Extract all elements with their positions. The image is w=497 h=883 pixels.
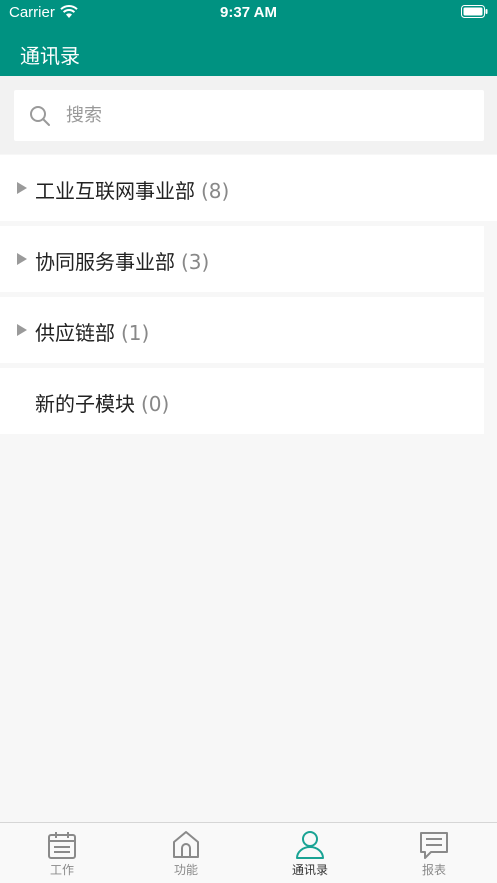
list-item[interactable]: 新的子模块 (0) <box>0 368 484 434</box>
tab-reports[interactable]: 报表 <box>372 823 496 883</box>
department-name: 新的子模块 (0) <box>35 392 170 416</box>
tab-label: 功能 <box>173 863 198 877</box>
list-item[interactable]: 协同服务事业部 (3) <box>0 226 484 292</box>
battery-icon <box>461 5 488 18</box>
member-count: (8) <box>201 179 230 203</box>
expand-arrow-icon[interactable] <box>17 253 27 265</box>
tab-bar: 工作 功能 通讯录 报表 <box>0 822 497 883</box>
status-time: 9:37 AM <box>220 4 277 21</box>
tab-features[interactable]: 功能 <box>124 823 248 883</box>
department-name: 供应链部 (1) <box>35 321 150 345</box>
search-bar[interactable] <box>14 90 484 141</box>
app-header: Carrier 9:37 AM 通讯录 <box>0 0 497 76</box>
page-title: 通讯录 <box>20 44 80 68</box>
list-item[interactable]: 供应链部 (1) <box>0 297 484 363</box>
list-item[interactable]: 工业互联网事业部 (8) <box>0 155 497 221</box>
search-input[interactable] <box>66 90 466 141</box>
tab-label: 工作 <box>49 863 74 877</box>
department-name: 协同服务事业部 (3) <box>35 250 210 274</box>
member-count: (0) <box>141 392 170 416</box>
search-section <box>0 76 497 154</box>
message-icon <box>420 832 448 859</box>
search-icon <box>30 106 50 126</box>
home-icon <box>173 831 199 858</box>
expand-arrow-icon[interactable] <box>17 182 27 194</box>
tab-work[interactable]: 工作 <box>0 823 124 883</box>
tab-label: 通讯录 <box>291 863 328 877</box>
tab-label: 报表 <box>421 863 446 877</box>
status-bar: Carrier 9:37 AM <box>0 0 497 26</box>
person-icon <box>296 831 324 859</box>
department-name: 工业互联网事业部 (8) <box>35 179 230 203</box>
tab-contacts[interactable]: 通讯录 <box>248 823 372 883</box>
expand-arrow-icon[interactable] <box>17 324 27 336</box>
calendar-icon <box>48 832 76 859</box>
member-count: (3) <box>181 250 210 274</box>
department-list: 工业互联网事业部 (8) 协同服务事业部 (3) 供应链部 (1) 新的子模块 (0) <box>0 155 497 434</box>
member-count: (1) <box>121 321 150 345</box>
